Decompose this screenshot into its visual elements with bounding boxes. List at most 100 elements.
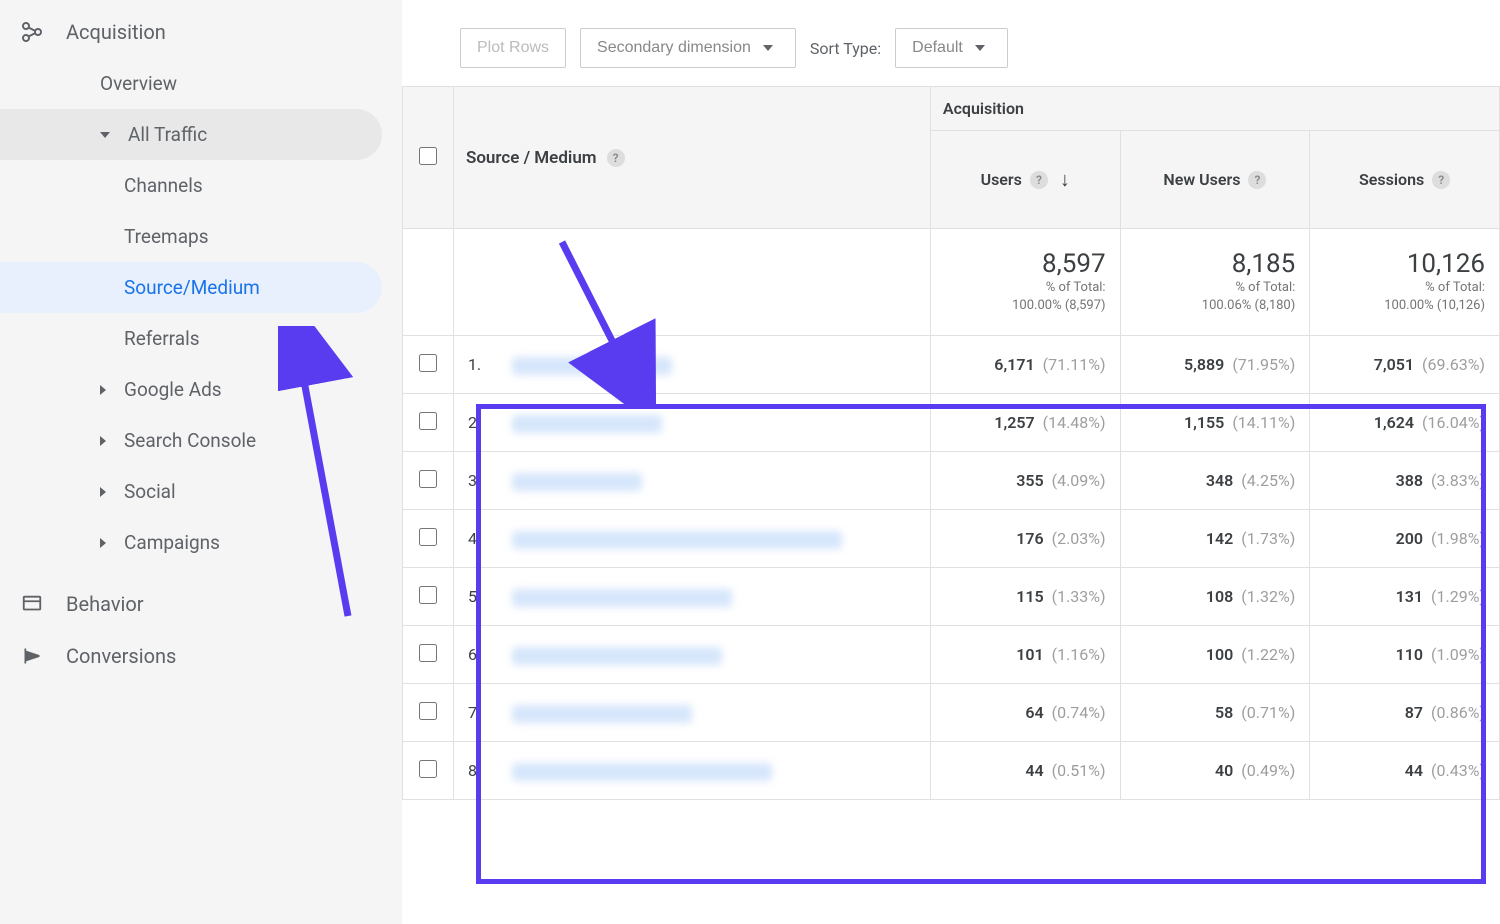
sidebar: Acquisition Overview All Traffic Channels T… <box>0 0 402 924</box>
conversions-icon <box>20 646 44 666</box>
new-users-cell: 40(0.49%) <box>1120 742 1310 800</box>
new-users-cell: 142(1.73%) <box>1120 510 1310 568</box>
sidebar-item-campaigns[interactable]: Campaigns <box>0 517 382 568</box>
chevron-down-icon <box>100 132 110 138</box>
sidebar-item-search-console[interactable]: Search Console <box>0 415 382 466</box>
sidebar-item-label: All Traffic <box>128 123 207 146</box>
behavior-icon <box>20 593 44 615</box>
sessions-cell: 200(1.98%) <box>1310 510 1500 568</box>
dimension-cell[interactable]: 7. <box>453 684 930 742</box>
redacted-source-medium <box>512 531 842 549</box>
dimension-cell[interactable]: 8. <box>453 742 930 800</box>
table-row: 6.101(1.16%)100(1.22%)110(1.09%) <box>403 626 1500 684</box>
row-checkbox[interactable] <box>419 354 437 372</box>
sessions-cell: 110(1.09%) <box>1310 626 1500 684</box>
help-icon[interactable]: ? <box>1432 171 1450 189</box>
main-content: Plot Rows Secondary dimension Sort Type:… <box>402 0 1500 924</box>
sidebar-item-label: Social <box>124 480 176 503</box>
sessions-cell: 131(1.29%) <box>1310 568 1500 626</box>
table-row: 4.176(2.03%)142(1.73%)200(1.98%) <box>403 510 1500 568</box>
acquisition-group-header: Acquisition <box>930 87 1499 131</box>
dimension-cell[interactable]: 3. <box>453 452 930 510</box>
sidebar-item-treemaps[interactable]: Treemaps <box>0 211 382 262</box>
plot-rows-button[interactable]: Plot Rows <box>460 28 566 68</box>
dimension-cell[interactable]: 4. <box>453 510 930 568</box>
column-header-sessions[interactable]: Sessions ? <box>1310 131 1500 229</box>
redacted-source-medium <box>512 763 772 781</box>
total-sessions: 10,126 % of Total: 100.00% (10,126) <box>1310 229 1500 336</box>
sidebar-item-all-traffic[interactable]: All Traffic <box>0 109 382 160</box>
sidebar-item-label: Search Console <box>124 429 256 452</box>
select-all-cell <box>403 87 454 229</box>
new-users-cell: 1,155(14.11%) <box>1120 394 1310 452</box>
users-cell: 101(1.16%) <box>930 626 1120 684</box>
new-users-cell: 58(0.71%) <box>1120 684 1310 742</box>
sidebar-item-social[interactable]: Social <box>0 466 382 517</box>
sidebar-item-label: Channels <box>124 174 203 197</box>
total-users: 8,597 % of Total: 100.00% (8,597) <box>930 229 1120 336</box>
sidebar-item-label: Overview <box>100 72 177 95</box>
table-row: 5.115(1.33%)108(1.32%)131(1.29%) <box>403 568 1500 626</box>
row-checkbox[interactable] <box>419 702 437 720</box>
new-users-cell: 100(1.22%) <box>1120 626 1310 684</box>
new-users-cell: 5,889(71.95%) <box>1120 336 1310 394</box>
sidebar-item-overview[interactable]: Overview <box>0 58 382 109</box>
row-checkbox[interactable] <box>419 412 437 430</box>
dimension-cell[interactable]: 5. <box>453 568 930 626</box>
sidebar-item-referrals[interactable]: Referrals <box>0 313 382 364</box>
totals-row: 8,597 % of Total: 100.00% (8,597) 8,185 … <box>403 229 1500 336</box>
sidebar-section-conversions[interactable]: Conversions <box>0 630 402 682</box>
sidebar-item-label: Campaigns <box>124 531 220 554</box>
table-row: 1.6,171(71.11%)5,889(71.95%)7,051(69.63%… <box>403 336 1500 394</box>
dimension-cell[interactable]: 6. <box>453 626 930 684</box>
help-icon[interactable]: ? <box>1248 171 1266 189</box>
new-users-cell: 348(4.25%) <box>1120 452 1310 510</box>
dimension-header-label: Source / Medium <box>466 148 597 168</box>
sidebar-item-google-ads[interactable]: Google Ads <box>0 364 382 415</box>
sidebar-behavior-label: Behavior <box>66 592 144 616</box>
total-new-users: 8,185 % of Total: 100.06% (8,180) <box>1120 229 1310 336</box>
redacted-source-medium <box>512 415 662 433</box>
users-cell: 176(2.03%) <box>930 510 1120 568</box>
column-header-new-users[interactable]: New Users ? <box>1120 131 1310 229</box>
row-checkbox[interactable] <box>419 470 437 488</box>
secondary-dimension-dropdown[interactable]: Secondary dimension <box>580 28 796 68</box>
chevron-right-icon <box>100 436 106 446</box>
chevron-down-icon <box>975 45 985 51</box>
chevron-right-icon <box>100 487 106 497</box>
users-cell: 355(4.09%) <box>930 452 1120 510</box>
sessions-cell: 388(3.83%) <box>1310 452 1500 510</box>
report-table: Source / Medium ? Acquisition Users ? ↓ <box>402 86 1500 800</box>
sidebar-item-label: Source/Medium <box>124 276 260 299</box>
new-users-cell: 108(1.32%) <box>1120 568 1310 626</box>
users-cell: 115(1.33%) <box>930 568 1120 626</box>
sidebar-item-channels[interactable]: Channels <box>0 160 382 211</box>
secondary-dimension-label: Secondary dimension <box>597 39 751 57</box>
dimension-cell[interactable]: 1. <box>453 336 930 394</box>
sidebar-section-acquisition[interactable]: Acquisition <box>0 6 402 58</box>
row-checkbox[interactable] <box>419 528 437 546</box>
chevron-right-icon <box>100 385 106 395</box>
sort-type-dropdown[interactable]: Default <box>895 28 1008 68</box>
table-row: 7.64(0.74%)58(0.71%)87(0.86%) <box>403 684 1500 742</box>
sort-type-value: Default <box>912 39 963 57</box>
acquisition-icon <box>20 20 44 44</box>
sidebar-item-label: Treemaps <box>124 225 209 248</box>
sidebar-item-source-medium[interactable]: Source/Medium <box>0 262 382 313</box>
dimension-header-cell[interactable]: Source / Medium ? <box>453 87 930 229</box>
chevron-right-icon <box>100 538 106 548</box>
help-icon[interactable]: ? <box>607 149 625 167</box>
sort-type-label: Sort Type: <box>810 39 881 58</box>
sessions-cell: 44(0.43%) <box>1310 742 1500 800</box>
chevron-down-icon <box>763 45 773 51</box>
dimension-cell[interactable]: 2. <box>453 394 930 452</box>
row-checkbox[interactable] <box>419 760 437 778</box>
help-icon[interactable]: ? <box>1030 171 1048 189</box>
select-all-checkbox[interactable] <box>419 147 437 165</box>
sidebar-section-behavior[interactable]: Behavior <box>0 578 402 630</box>
sessions-cell: 87(0.86%) <box>1310 684 1500 742</box>
users-cell: 64(0.74%) <box>930 684 1120 742</box>
column-header-users[interactable]: Users ? ↓ <box>930 131 1120 229</box>
row-checkbox[interactable] <box>419 644 437 662</box>
row-checkbox[interactable] <box>419 586 437 604</box>
